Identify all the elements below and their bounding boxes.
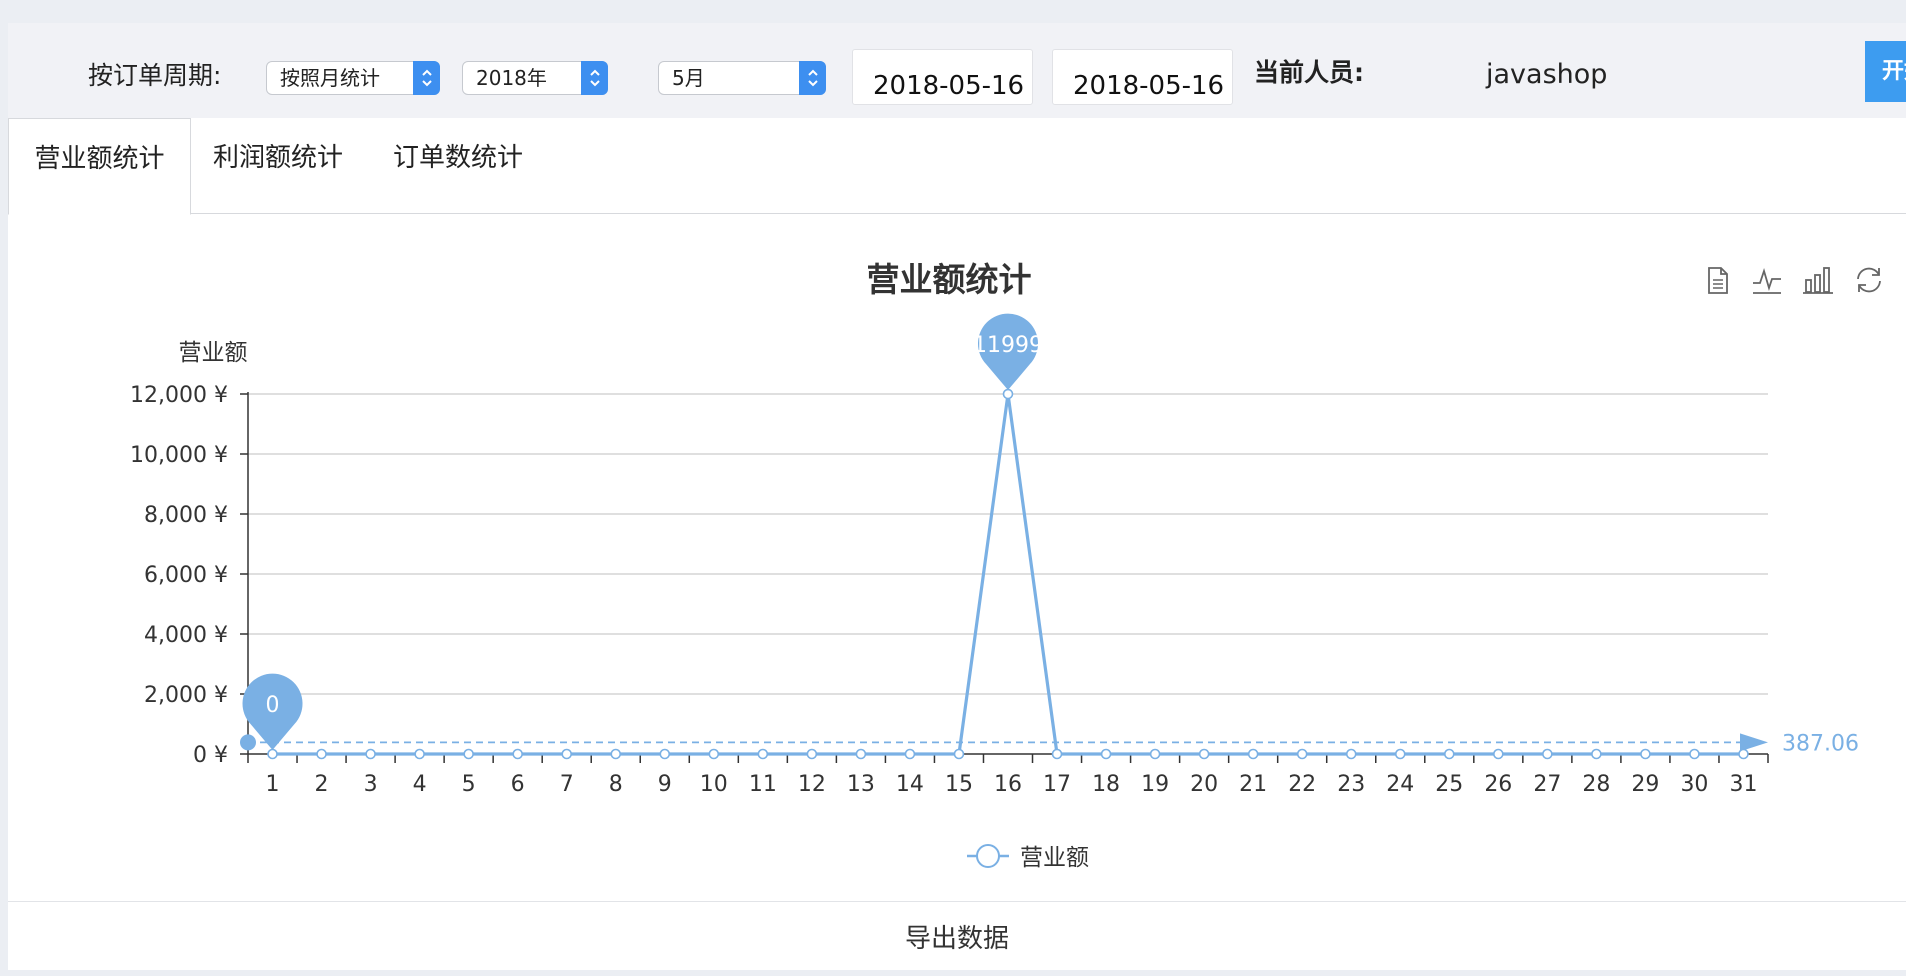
x-tick-label: 28: [1582, 772, 1610, 797]
x-tick-label: 25: [1435, 772, 1463, 797]
x-tick-label: 2: [315, 772, 329, 797]
mark-line-label: 387.06: [1782, 731, 1859, 756]
x-tick-label: 10: [700, 772, 728, 797]
data-point: [1493, 748, 1504, 760]
legend-label: 营业额: [1020, 845, 1089, 871]
data-point: [316, 748, 327, 760]
x-tick-label: 30: [1680, 772, 1708, 797]
data-point: [1247, 748, 1259, 760]
data-point: [1591, 748, 1602, 760]
data-point: [561, 748, 573, 760]
data-point: [414, 748, 425, 760]
y-tick-label: 4,000 ¥: [144, 623, 228, 648]
data-point: [659, 748, 671, 760]
x-tick-label: 26: [1484, 772, 1512, 797]
x-tick-label: 21: [1239, 772, 1267, 797]
mark-line-arrow: [1740, 733, 1768, 752]
data-point: [1100, 748, 1112, 760]
y-tick-label: 0 ¥: [193, 743, 228, 768]
data-point: [1443, 748, 1455, 760]
x-tick-label: 22: [1288, 772, 1316, 797]
data-point: [953, 748, 965, 760]
x-tick-label: 29: [1631, 772, 1659, 797]
data-point: [1296, 748, 1308, 760]
data-point: [904, 748, 916, 760]
x-tick-label: 5: [462, 772, 476, 797]
data-point: [1689, 748, 1700, 760]
x-tick-label: 16: [994, 772, 1022, 797]
x-tick-label: 18: [1092, 772, 1120, 797]
mark-line-start-dot: [240, 734, 256, 751]
x-tick-label: 15: [945, 772, 973, 797]
data-point: [806, 748, 818, 760]
data-point: [1640, 748, 1651, 760]
data-point: [1738, 748, 1749, 760]
data-point: [1051, 748, 1063, 760]
x-tick-label: 11: [749, 772, 777, 797]
y-tick-label: 2,000 ¥: [144, 683, 228, 708]
x-tick-label: 12: [798, 772, 826, 797]
y-tick-label: 12,000 ¥: [130, 383, 228, 408]
data-point: [1198, 748, 1210, 760]
data-point: [855, 748, 867, 760]
x-tick-label: 17: [1043, 772, 1071, 797]
x-tick-label: 3: [364, 772, 378, 797]
legend-marker: [976, 844, 1000, 868]
data-point: [1542, 748, 1553, 760]
data-point: [757, 748, 769, 760]
y-tick-label: 8,000 ¥: [144, 503, 228, 528]
y-tick-label: 6,000 ¥: [144, 563, 228, 588]
x-tick-label: 8: [609, 772, 623, 797]
x-tick-label: 19: [1141, 772, 1169, 797]
x-tick-label: 23: [1337, 772, 1365, 797]
data-point: [610, 748, 622, 760]
x-tick-label: 20: [1190, 772, 1218, 797]
x-tick-label: 27: [1533, 772, 1561, 797]
data-point: [1002, 388, 1014, 400]
data-point: [1149, 748, 1161, 760]
x-tick-label: 31: [1729, 772, 1757, 797]
x-tick-label: 6: [511, 772, 525, 797]
data-point: [708, 748, 720, 760]
data-point: [1345, 748, 1357, 760]
x-tick-label: 24: [1386, 772, 1414, 797]
mark-point-label: 0: [266, 693, 280, 718]
x-tick-label: 1: [266, 772, 280, 797]
mark-point-label: 11999: [973, 333, 1043, 358]
revenue-line-chart: 0 ¥ 2,000 ¥ 4,000 ¥ 6,000 ¥ 8,000 ¥ 10,000 ¥ 1…: [130, 313, 1859, 871]
x-tick-label: 9: [658, 772, 672, 797]
data-point: [463, 748, 474, 760]
y-axis-label: 营业额: [179, 340, 248, 366]
y-tick-label: 10,000 ¥: [130, 443, 228, 468]
x-tick-label: 7: [560, 772, 574, 797]
x-tick-label: 13: [847, 772, 875, 797]
data-point: [512, 748, 523, 760]
x-tick-label: 4: [413, 772, 427, 797]
data-point: [1394, 748, 1406, 760]
x-tick-label: 14: [896, 772, 924, 797]
data-point: [365, 748, 376, 760]
data-point: [267, 748, 278, 760]
